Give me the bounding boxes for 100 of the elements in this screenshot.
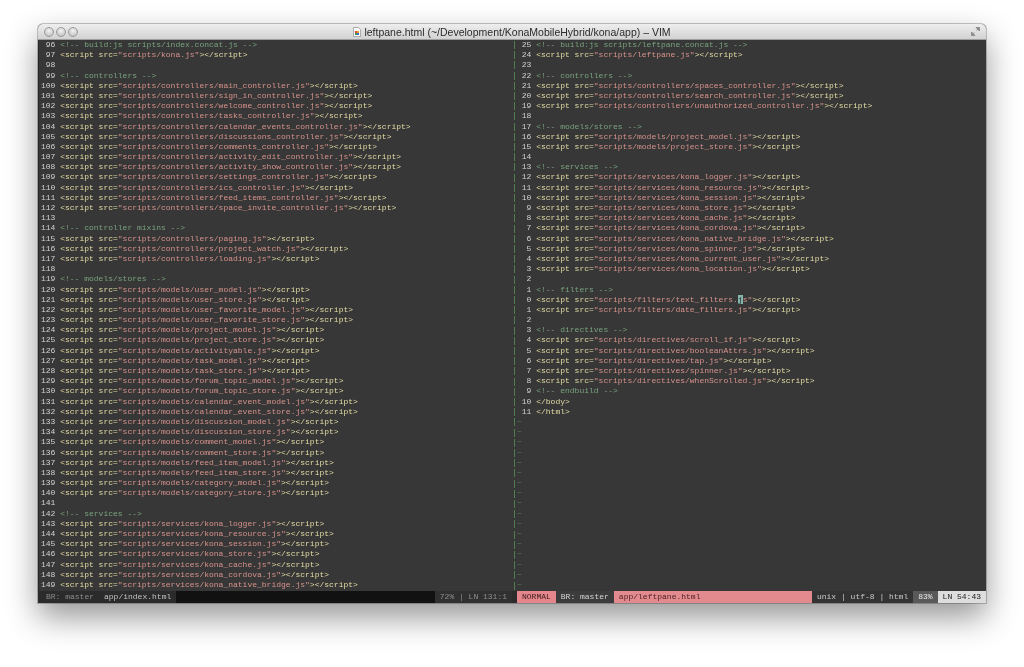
line-number: 19 <box>521 101 532 111</box>
code-line: <!-- directives --> <box>536 325 628 336</box>
line-number: 129 <box>41 376 56 386</box>
line-number: 141 <box>41 498 56 508</box>
code-line: <script src="scripts/models/user_model.js"></script> <box>60 284 310 295</box>
line-number: 130 <box>41 386 56 396</box>
code-line: <script src="scripts/directives/whenScrolled.js"></script> <box>536 376 815 387</box>
line-number: 119 <box>41 274 56 284</box>
scroll-percent: 83% <box>913 591 938 603</box>
code-line: <!-- controllers --> <box>60 70 157 81</box>
code-line: <script src="scripts/controllers/search_controller.js"></script> <box>536 90 844 102</box>
cursor-position: 72% | LN 131:1 <box>434 591 512 603</box>
code-line: <!-- endbuild --> <box>536 386 618 397</box>
line-number: 96 <box>45 40 56 49</box>
code-line: <script src="scripts/services/kona_logger.js"></script> <box>536 172 801 183</box>
line-number: 104 <box>41 121 56 131</box>
line-number: 113 <box>41 213 56 223</box>
code-line: </body> <box>536 396 570 407</box>
file-path: app/leftpane.html <box>613 591 812 603</box>
code-line: <script src="scripts/services/kona_session.js"></script> <box>536 192 806 203</box>
line-number: 116 <box>41 243 56 253</box>
line-number: 127 <box>41 355 56 365</box>
code-line: <!-- services --> <box>60 508 142 519</box>
empty-line-marker: ~ <box>517 416 522 428</box>
code-line: <script src="scripts/controllers/ics_controller.js"></script> <box>60 182 354 193</box>
line-number: 14 <box>521 152 532 162</box>
code-line: <script src="scripts/controllers/comments_controller.js"></script> <box>60 141 378 153</box>
line-number: 126 <box>41 345 56 355</box>
code-line: <!-- controllers --> <box>536 70 633 81</box>
line-number: 97 <box>45 50 56 60</box>
line-number: 15 <box>521 141 532 151</box>
line-number: 3 <box>526 325 532 335</box>
code-line: <script src="scripts/leftpane.js"></script> <box>536 50 743 61</box>
branch-label: BR: master <box>555 591 614 603</box>
code-line: <script src="scripts/controllers/spaces_controller.js"></script> <box>536 80 844 91</box>
line-number: 20 <box>521 90 532 100</box>
line-number: 9 <box>526 203 532 212</box>
code-line: <script src="scripts/controllers/welcome_controller.js"></script> <box>60 101 373 112</box>
line-number: 109 <box>41 172 56 182</box>
code-line: <script src="scripts/controllers/sign_in_controller.js"></script> <box>60 90 373 102</box>
window-zoom-button[interactable] <box>68 26 78 37</box>
code-line: <script src="scripts/controllers/settings_controller.js"></script> <box>60 172 378 183</box>
empty-line-marker: ~ <box>517 447 522 458</box>
line-number: 10 <box>521 192 532 202</box>
code-line: <script src="scripts/models/comment_model.js"></script> <box>60 437 325 448</box>
code-line: <!-- services --> <box>536 162 618 173</box>
line-number: 16 <box>521 131 532 141</box>
line-number: 143 <box>41 518 56 528</box>
line-number: 2 <box>526 274 532 284</box>
code-line: <script src="scripts/models/feed_item_model.js"></script> <box>60 457 334 468</box>
line-number: 144 <box>41 529 56 538</box>
line-number: 12 <box>521 172 532 182</box>
line-number: 112 <box>41 203 56 212</box>
line-number: 13 <box>521 162 532 172</box>
empty-line-marker: ~ <box>517 508 522 519</box>
line-number: 131 <box>41 396 56 406</box>
code-line: <script src="scripts/models/calendar_event_model.js"></script> <box>60 396 358 407</box>
code-line: <script src="scripts/services/kona_location.js"></script> <box>536 264 810 275</box>
line-number: 105 <box>41 131 56 141</box>
code-line: <script src="scripts/services/kona_store.js"></script> <box>60 549 320 560</box>
code-line: <!-- models/stores --> <box>536 121 642 132</box>
line-number: 8 <box>526 376 532 386</box>
code-line: <script src="scripts/models/calendar_event_store.js"></script> <box>60 406 358 417</box>
line-number: 17 <box>521 121 532 131</box>
line-number: 115 <box>41 233 56 243</box>
line-number: 10 <box>521 396 532 406</box>
line-number: 2 <box>526 315 532 325</box>
code-line: <script src="scripts/services/kona_resource.js"></script> <box>536 182 810 193</box>
line-number: 138 <box>41 467 56 477</box>
code-line: <script src="scripts/models/category_store.js"></script> <box>60 488 330 499</box>
empty-line-marker: ~ <box>517 467 522 479</box>
code-line: <script src="scripts/services/kona_cordova.js"></script> <box>60 569 330 580</box>
window-close-button[interactable] <box>44 26 54 37</box>
empty-line-marker: ~ <box>517 427 522 438</box>
line-number: 114 <box>41 223 56 233</box>
line-number: 18 <box>521 111 532 121</box>
empty-line-marker: ~ <box>517 457 522 468</box>
line-number: 0 <box>526 294 532 304</box>
window-title: leftpane.html (~/Development/KonaMobileHybrid/kona/app) – VIM <box>364 24 671 39</box>
line-number: 11 <box>521 406 532 416</box>
line-number: 135 <box>41 437 56 447</box>
code-line: <script src="scripts/controllers/main_controller.js"></script> <box>60 80 358 91</box>
empty-line-marker: ~ <box>517 569 522 580</box>
empty-line-marker: ~ <box>517 579 522 591</box>
line-number: 4 <box>526 335 532 345</box>
fullscreen-icon[interactable] <box>971 27 980 36</box>
empty-line-marker: ~ <box>517 539 522 550</box>
code-line: <script src="scripts/directives/booleanAttrs.js"></script> <box>536 345 815 356</box>
line-number: 145 <box>41 539 56 549</box>
line-number: 146 <box>41 549 56 559</box>
line-number: 24 <box>521 50 532 60</box>
line-number: 120 <box>41 284 56 294</box>
code-line: <script src="scripts/controllers/tasks_controller.js"></script> <box>60 111 363 122</box>
code-line: <script src="scripts/services/kona_native_bridge.js"></script> <box>536 233 834 244</box>
line-number: 121 <box>41 294 56 304</box>
line-number: 99 <box>45 70 56 80</box>
line-number: 107 <box>41 152 56 162</box>
window-minimize-button[interactable] <box>56 26 66 37</box>
line-number: 111 <box>41 192 56 202</box>
line-number: 6 <box>526 233 532 243</box>
